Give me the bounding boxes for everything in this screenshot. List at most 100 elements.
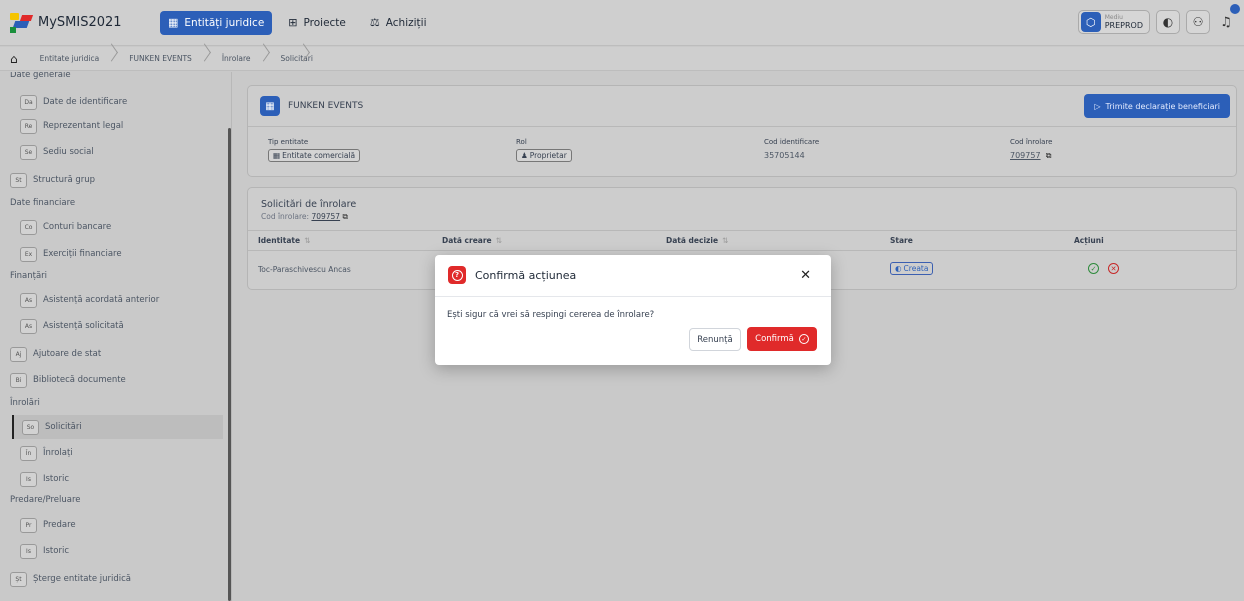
sidebar-item-badge: Ex bbox=[20, 246, 37, 262]
sidebar-item-inrolati[interactable]: În Înrolați bbox=[20, 443, 73, 463]
app-name: MySMIS2021 bbox=[38, 15, 122, 30]
sidebar-group-date-generale: Date generale bbox=[10, 72, 71, 80]
nav-entitati-juridice[interactable]: ▦ Entități juridice bbox=[160, 10, 273, 35]
breadcrumb-item[interactable]: Înrolare bbox=[214, 54, 273, 63]
app-root: MySMIS2021 ▦ Entități juridice ⊞ Proiect… bbox=[0, 0, 1244, 601]
code-link[interactable]: 709757 bbox=[311, 212, 340, 221]
entity-card: ▦ FUNKEN EVENTS ▷ Trimite declarație ben… bbox=[247, 85, 1237, 177]
field-tip-entitate: Tip entitate ▦ Entitate comercială bbox=[268, 138, 361, 162]
sidebar-item-biblioteca-documente[interactable]: Bi Bibliotecă documente bbox=[10, 370, 126, 390]
enrollment-code-link[interactable]: 709757 bbox=[1010, 151, 1041, 160]
user-icon: ♟ bbox=[521, 151, 528, 160]
sidebar-item-structura-grup[interactable]: St Structură grup bbox=[10, 170, 95, 190]
column-header-stare: Stare bbox=[890, 236, 913, 245]
sidebar-group-date-financiare: Date financiare bbox=[10, 198, 76, 208]
sidebar-item-label: Istoric bbox=[43, 474, 69, 484]
nav-label: Proiecte bbox=[303, 16, 346, 29]
sidebar-item-label: Asistență acordată anterior bbox=[43, 295, 160, 305]
palette-icon: ◐ bbox=[1162, 15, 1174, 29]
breadcrumb-item[interactable]: FUNKEN EVENTS bbox=[121, 54, 214, 63]
sidebar-item-label: Istoric bbox=[43, 546, 69, 556]
status-dot-icon: ◐ bbox=[895, 264, 902, 273]
sidebar-item-istoric-predare[interactable]: Is Istoric bbox=[20, 541, 69, 561]
reject-icon[interactable]: ✕ bbox=[1108, 263, 1119, 274]
approve-icon[interactable]: ✓ bbox=[1088, 263, 1099, 274]
nav-achizitii[interactable]: ⚖ Achiziții bbox=[362, 11, 435, 35]
cell-stare: ◐ Creata bbox=[890, 262, 934, 275]
cancel-button[interactable]: Renunță bbox=[689, 328, 741, 351]
column-header-actiuni: Acțiuni bbox=[1074, 236, 1104, 245]
sidebar-item-sediu-social[interactable]: Se Sediu social bbox=[20, 142, 94, 162]
confirm-button[interactable]: Confirmă ✓ bbox=[747, 327, 817, 351]
field-rol: Rol ♟ Proprietar bbox=[516, 138, 572, 162]
sidebar-item-exercitii-financiare[interactable]: Ex Exerciții financiare bbox=[20, 244, 122, 264]
sidebar-item-reprezentant-legal[interactable]: Re Reprezentant legal bbox=[20, 116, 123, 136]
sidebar-item-badge: Se bbox=[20, 144, 37, 160]
copy-icon[interactable]: ⧉ bbox=[1046, 151, 1052, 160]
nav-label: Achiziții bbox=[385, 16, 427, 29]
notifications-button[interactable]: ♫ bbox=[1216, 4, 1240, 34]
divider bbox=[248, 230, 1236, 231]
dialog-message: Ești sigur că vrei să respingi cererea d… bbox=[447, 310, 655, 320]
entity-header: ▦ FUNKEN EVENTS bbox=[260, 96, 363, 116]
bell-icon: ♫ bbox=[1220, 14, 1232, 30]
divider bbox=[248, 126, 1236, 127]
dialog-title: Confirmă acțiunea bbox=[475, 269, 577, 282]
field-label: Cod identificare bbox=[764, 138, 820, 146]
environment-selector[interactable]: ⬡ Mediu PREPROD bbox=[1077, 10, 1150, 34]
sidebar-item-asistenta-anterior[interactable]: As Asistență acordată anterior bbox=[20, 290, 159, 310]
cell-identitate: Toc-Paraschivescu Ancas bbox=[258, 265, 351, 274]
sidebar-item-label: Solicitări bbox=[45, 422, 82, 432]
copy-icon[interactable]: ⧉ bbox=[342, 212, 347, 221]
sidebar-item-label: Sediu social bbox=[43, 147, 94, 157]
sort-icon: ⇅ bbox=[722, 236, 729, 245]
divider bbox=[248, 250, 1236, 251]
sidebar-item-label: Bibliotecă documente bbox=[33, 375, 126, 385]
sidebar-item-solicitari[interactable]: So Solicitări bbox=[12, 415, 223, 439]
sidebar-item-badge: St bbox=[10, 172, 27, 188]
column-header-data-decizie[interactable]: Dată decizie ⇅ bbox=[666, 236, 728, 245]
column-header-data-creare[interactable]: Dată creare ⇅ bbox=[442, 236, 502, 245]
field-label: Cod înrolare bbox=[1010, 138, 1053, 146]
sidebar-item-ajutoare-de-stat[interactable]: Aj Ajutoare de stat bbox=[10, 344, 101, 364]
sort-icon: ⇅ bbox=[304, 236, 311, 245]
sidebar-item-label: Șterge entitate juridică bbox=[33, 574, 131, 584]
send-beneficiary-declaration-button[interactable]: ▷ Trimite declarație beneficiari bbox=[1084, 94, 1230, 118]
status-badge: ◐ Creata bbox=[890, 262, 934, 275]
sidebar-item-badge: Bi bbox=[10, 372, 27, 388]
breadcrumb-item-current: Solicitari bbox=[273, 54, 313, 63]
button-label: Confirmă bbox=[755, 334, 794, 344]
app-logo[interactable]: MySMIS2021 bbox=[10, 12, 150, 33]
column-header-identitate[interactable]: Identitate ⇅ bbox=[258, 236, 310, 245]
question-icon: ? bbox=[448, 266, 466, 284]
home-icon[interactable]: ⌂ bbox=[10, 52, 18, 66]
breadcrumb-item[interactable]: Entitate juridica bbox=[32, 54, 122, 63]
sidebar-item-badge: Pr bbox=[20, 517, 37, 533]
sidebar-item-sterge-entitate[interactable]: Șt Șterge entitate juridică bbox=[10, 569, 131, 589]
breadcrumb: ⌂ Entitate juridica FUNKEN EVENTS Înrola… bbox=[0, 47, 1244, 71]
cube-icon: ⬡ bbox=[1080, 12, 1101, 32]
building-icon: ▦ bbox=[168, 16, 179, 29]
sidebar-item-label: Date de identificare bbox=[43, 97, 128, 107]
role-chip: ♟ Proprietar bbox=[516, 149, 572, 162]
close-icon[interactable]: ✕ bbox=[800, 268, 811, 283]
nav-proiecte[interactable]: ⊞ Proiecte bbox=[280, 11, 354, 35]
user-button[interactable]: ⚇ bbox=[1186, 10, 1210, 34]
sidebar-item-istoric-inrolari[interactable]: Is Istoric bbox=[20, 469, 69, 489]
sidebar-item-predare[interactable]: Pr Predare bbox=[20, 515, 76, 535]
sidebar-item-badge: So bbox=[22, 419, 39, 435]
sidebar-item-badge: Șt bbox=[10, 571, 27, 587]
sidebar-item-asistenta-solicitata[interactable]: As Asistență solicitată bbox=[20, 316, 124, 336]
solicitari-code: Cod înrolare: 709757 ⧉ bbox=[261, 212, 348, 222]
field-label: Rol bbox=[516, 138, 527, 146]
sidebar-item-label: Asistență solicitată bbox=[43, 321, 124, 331]
sidebar-item-conturi-bancare[interactable]: Co Conturi bancare bbox=[20, 217, 111, 237]
sidebar-item-date-identificare[interactable]: Da Date de identificare bbox=[20, 92, 127, 112]
theme-button[interactable]: ◐ bbox=[1156, 10, 1180, 34]
sidebar-item-badge: Aj bbox=[10, 346, 27, 362]
sidebar: Date generale Da Date de identificare Re… bbox=[0, 72, 232, 601]
sidebar-item-label: Exerciții financiare bbox=[43, 249, 122, 259]
sidebar-item-badge: Is bbox=[20, 471, 37, 487]
sidebar-scrollbar[interactable] bbox=[228, 128, 231, 601]
building-icon: ▦ bbox=[273, 151, 281, 160]
